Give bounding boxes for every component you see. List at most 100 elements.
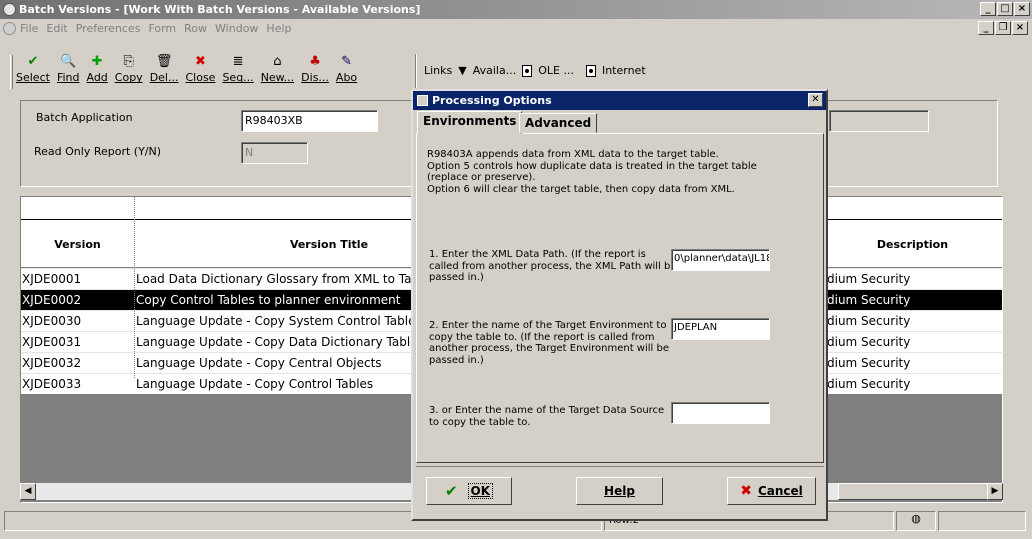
maximize-icon[interactable]: □ [997,2,1013,16]
version-title-cell: Load Data Dictionary Glossary from XML t… [136,272,411,286]
about-icon: ✎ [341,54,352,69]
description-cell: dium Security [827,335,911,349]
menu-form[interactable]: Form [148,22,176,35]
batch-application-field[interactable]: R98403XB [241,110,378,132]
window-title: Batch Versions - [Work With Batch Versio… [19,3,421,16]
close-icon: ✖ [195,54,206,69]
links-label[interactable]: Links [424,64,452,77]
ole-document-icon [522,65,533,77]
version-cell: XJDE0001 [22,272,82,286]
menu-preferences[interactable]: Preferences [76,22,141,35]
grid-divider [134,197,135,378]
window-title-bar: Batch Versions - [Work With Batch Versio… [0,0,1032,19]
toolbar-grip[interactable] [10,55,13,89]
dialog-title-bar: Processing Options ✕ [413,91,826,110]
links-bar: Links ▼ Availa... OLE ... Internet [424,64,658,77]
add-button[interactable]: ✚ Add [86,54,107,84]
find-icon: 🔍 [60,54,77,69]
link-internet[interactable]: Internet [585,64,652,77]
scroll-thumb[interactable] [838,483,988,500]
help-button[interactable]: Help [576,477,663,505]
version-title-cell: Language Update - Copy Control Tables [136,377,374,391]
document-globe-icon[interactable] [3,21,16,35]
toolbar-button-label: Close [185,71,216,84]
version-cell: XJDE0031 [22,335,82,349]
ok-button[interactable]: ✔ OK [426,477,512,505]
check-icon: ✔ [27,54,39,69]
add-icon: ✚ [91,54,103,69]
toolbar-button-label: Dis... [301,71,329,84]
dialog-icon [417,95,428,106]
description-cell: dium Security [827,377,911,391]
toolbar-separator [415,54,417,88]
header-hidden-field [829,110,929,132]
mdi-close-icon[interactable]: × [1012,21,1028,35]
description-line: Option 6 will clear the target table, th… [427,183,735,195]
link-available[interactable]: Availa... [473,64,516,77]
toolbar-button-label: Abo [335,71,358,84]
copy-button[interactable]: ⎘ Copy [115,54,143,84]
internet-document-icon [585,65,596,77]
status-globe-icon: ◍ [896,511,936,531]
scroll-left-icon[interactable]: ◀ [20,483,36,500]
mdi-minimize-icon[interactable]: _ [978,21,994,35]
menu-row[interactable]: Row [184,22,207,35]
target-data-source-input[interactable] [671,402,770,424]
find-button[interactable]: 🔍 Find [57,54,80,84]
close-button[interactable]: ✖ Close [185,54,215,84]
description-cell: dium Security [827,293,911,307]
scroll-right-icon[interactable]: ▶ [987,483,1003,500]
menu-help[interactable]: Help [266,22,291,35]
toolbar-button-label: Find [56,71,80,84]
menu-file[interactable]: File [20,22,38,35]
app-globe-icon [3,3,16,16]
tab-advanced[interactable]: Advanced [519,113,598,133]
seq-button[interactable]: ≣ Seq... [222,54,253,84]
dialog-title: Processing Options [432,94,552,107]
version-title-cell: Copy Control Tables to planner environme… [136,293,401,307]
menu-bar: File Edit Preferences Form Row Window He… [0,19,1032,37]
toolbar-button-label: Add [86,71,108,84]
column-header-version[interactable]: Version [21,220,134,268]
tab-environments[interactable]: Environments [417,111,523,134]
target-environment-input[interactable]: JDEPLAN [671,318,770,340]
column-header-description[interactable]: Description [821,220,1002,268]
version-title-cell: Language Update - Copy Data Dictionary T… [136,335,411,349]
dis-button[interactable]: ♣ Dis... [301,54,329,84]
minimize-icon[interactable]: _ [980,2,996,16]
abo-button[interactable]: ✎ Abo [336,54,357,84]
dialog-close-icon[interactable]: ✕ [808,93,823,107]
close-window-icon[interactable]: × [1014,2,1030,16]
link-ole[interactable]: OLE ... [522,64,580,77]
new-icon: ⌂ [273,54,282,69]
xml-data-path-input[interactable]: 0\planner\data\JL18560 [671,249,770,271]
sequence-icon: ≣ [232,54,244,69]
processing-description: R98403A appends data from XML data to th… [427,149,797,195]
delete-icon: 🗑 [155,54,173,69]
option-2-label: 2. Enter the name of the Target Environm… [429,320,669,366]
read-only-label: Read Only Report (Y/N) [34,145,162,158]
batch-application-label: Batch Application [36,111,133,124]
version-cell: XJDE0030 [22,314,82,328]
toolbar-button-label: Seq... [222,71,254,84]
menu-edit[interactable]: Edit [46,22,67,35]
display-icon: ♣ [309,54,321,69]
description-line: R98403A appends data from XML data to th… [427,149,719,160]
select-button[interactable]: ✔ Select [16,54,50,84]
version-title-cell: Language Update - Copy Central Objects [136,356,382,370]
menu-window[interactable]: Window [215,22,258,35]
description-cell: dium Security [827,356,911,370]
toolbar-button-label: Copy [114,71,143,84]
version-cell: XJDE0002 [22,293,82,307]
toolbar-button-label: Del... [149,71,179,84]
description-cell: dium Security [827,314,911,328]
dropdown-arrow-icon[interactable]: ▼ [458,64,466,77]
version-title-cell: Language Update - Copy System Control Ta… [136,314,411,328]
new-button[interactable]: ⌂ New... [261,54,294,84]
processing-options-dialog: Processing Options ✕ Environments Advanc… [411,89,828,521]
mdi-restore-icon[interactable]: ❐ [995,21,1011,35]
del-button[interactable]: 🗑 Del... [150,54,179,84]
read-only-field[interactable]: N [241,142,308,164]
toolbar-button-label: Select [16,71,50,84]
cancel-button[interactable]: ✖ Cancel [727,477,816,505]
